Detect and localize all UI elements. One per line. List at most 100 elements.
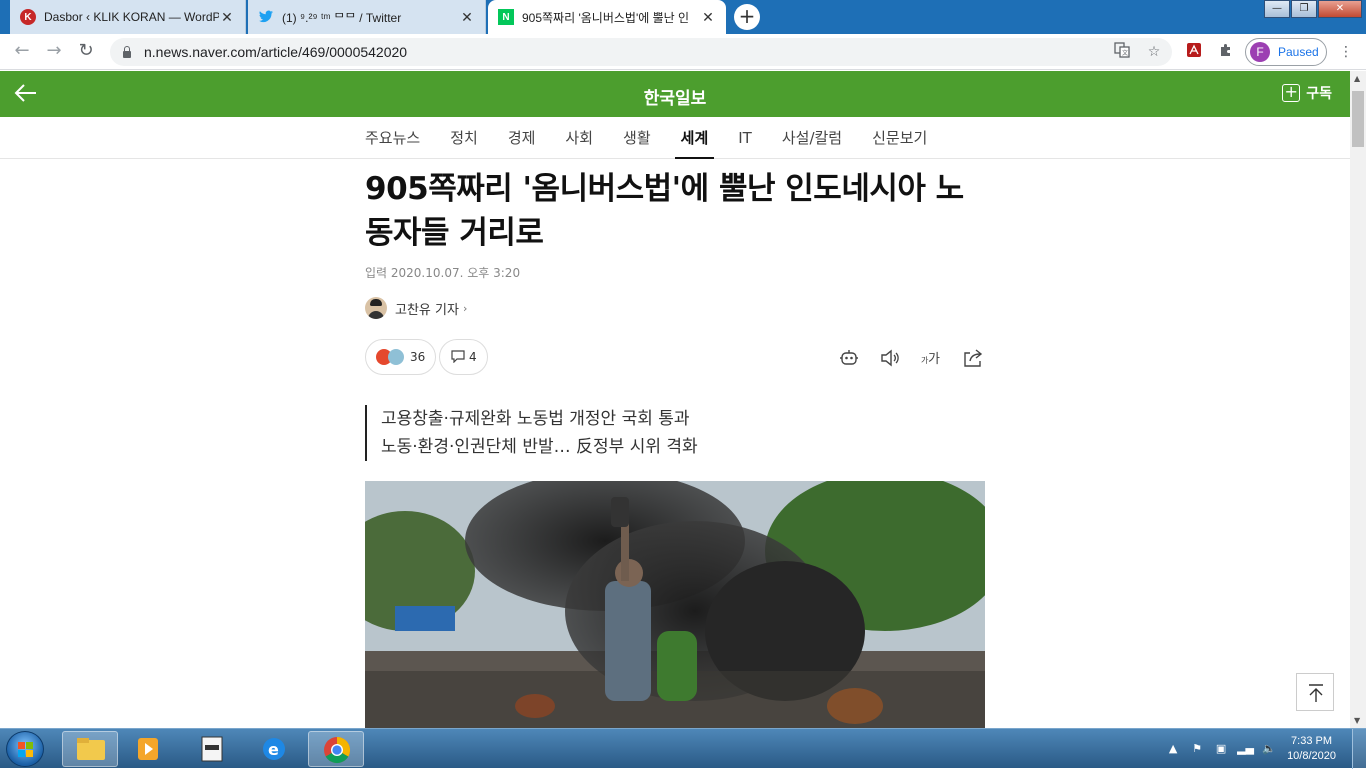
article-headline: 905쪽짜리 '옴니버스법'에 뿔난 인도네시아 노동자들 거리로: [365, 171, 964, 251]
close-tab-icon[interactable]: ✕: [700, 9, 716, 26]
scroll-up-icon[interactable]: ▲: [1354, 74, 1360, 83]
show-desktop-button[interactable]: [1352, 729, 1366, 769]
scroll-down-icon[interactable]: ▼: [1354, 716, 1360, 725]
comment-button[interactable]: 4: [439, 339, 488, 375]
clock[interactable]: 7:33 PM 10/8/2020: [1287, 734, 1336, 764]
window-controls: — ❐ ✕: [1263, 0, 1362, 18]
article-date: 입력 2020.10.07. 오후 3:20: [365, 266, 521, 280]
system-tray: ▲ ⚑ ▣ ▂▄ 🔈 7:33 PM 10/8/2020: [1161, 729, 1366, 769]
chrome-icon: [324, 736, 351, 764]
url-text: n.news.naver.com/article/469/0000542020: [144, 44, 408, 60]
profile-status: Paused: [1278, 45, 1319, 59]
text-to-speech-icon[interactable]: [879, 347, 901, 369]
profile-button[interactable]: F Paused: [1245, 38, 1327, 66]
tab-naver-article[interactable]: N 905쪽짜리 '옴니버스법'에 뿔난 인 ✕: [488, 0, 726, 34]
scroll-thumb[interactable]: [1352, 91, 1364, 147]
menu-kebab-icon[interactable]: ⋮: [1336, 42, 1356, 62]
tab-politics[interactable]: 정치: [450, 117, 478, 159]
tab-it[interactable]: IT: [738, 117, 752, 159]
press-logo[interactable]: 한국일보: [0, 84, 1350, 109]
plus-icon: +: [1282, 84, 1301, 102]
reaction-count: 36: [410, 350, 426, 364]
chrome-taskbar-button[interactable]: [308, 731, 364, 767]
volume-icon[interactable]: 🔈: [1261, 741, 1277, 757]
klik-koran-icon: K: [20, 9, 36, 25]
browser-tab-strip: K Dasbor ‹ KLIK KORAN — WordPr ✕ (1) ⁹.²…: [0, 0, 1366, 34]
start-button[interactable]: [6, 731, 44, 767]
summary-bot-icon[interactable]: [838, 347, 860, 369]
lock-icon: [122, 46, 132, 58]
internet-explorer-taskbar-button[interactable]: e: [246, 731, 302, 767]
file-explorer-taskbar-button[interactable]: [62, 731, 118, 767]
minimize-button[interactable]: —: [1264, 0, 1290, 18]
sad-emoji-icon: [388, 349, 404, 365]
windows-logo-icon: [18, 742, 33, 757]
document-app-icon: [201, 736, 223, 762]
translate-icon[interactable]: 文: [1112, 42, 1132, 62]
bookmark-star-icon[interactable]: ☆: [1144, 42, 1164, 62]
tab-twitter[interactable]: (1) ⁹.²⁹ ᵗᵐ ᄆᄆ / Twitter ✕: [248, 0, 486, 34]
comment-count: 4: [469, 350, 477, 364]
pdf-extension-icon[interactable]: [1184, 42, 1204, 62]
extensions-puzzle-icon[interactable]: [1216, 42, 1236, 62]
tab-title: (1) ⁹.²⁹ ᵗᵐ ᄆᄆ / Twitter: [282, 10, 402, 25]
summary-line: 고용창출·규제완화 노동법 개정안 국회 통과: [381, 409, 690, 429]
font-size-icon[interactable]: 가가: [920, 347, 942, 369]
category-nav: 주요뉴스 정치 경제 사회 생활 세계 IT 사설/칼럼 신문보기: [0, 117, 1350, 159]
reporter-name: 고찬유 기자: [395, 302, 459, 318]
reload-button[interactable]: ↻: [74, 40, 98, 64]
reporter-link[interactable]: 고찬유 기자 ›: [365, 297, 985, 319]
tab-major-news[interactable]: 주요뉴스: [365, 117, 420, 159]
tab-living[interactable]: 생활: [623, 117, 651, 159]
tab-opinion[interactable]: 사설/칼럼: [782, 117, 842, 159]
comment-icon: [450, 349, 466, 366]
close-tab-icon[interactable]: ✕: [459, 9, 475, 26]
article-photo[interactable]: [365, 481, 985, 728]
svg-text:가: 가: [928, 352, 940, 367]
internet-explorer-icon: e: [263, 738, 285, 760]
forward-button[interactable]: →: [42, 40, 66, 64]
svg-text:文: 文: [1122, 49, 1128, 57]
tab-newspaper[interactable]: 신문보기: [872, 117, 927, 159]
maximize-button[interactable]: ❐: [1291, 0, 1317, 18]
network-signal-icon[interactable]: ▂▄: [1237, 741, 1254, 757]
share-icon[interactable]: [962, 347, 984, 369]
subscribe-button[interactable]: + 구독: [1282, 83, 1332, 103]
tab-society[interactable]: 사회: [565, 117, 593, 159]
media-player-taskbar-button[interactable]: [120, 731, 176, 767]
reaction-button[interactable]: 36: [365, 339, 437, 375]
close-tab-icon[interactable]: ✕: [219, 9, 235, 26]
browser-toolbar: ← → ↻ n.news.naver.com/article/469/00005…: [0, 34, 1366, 70]
close-window-button[interactable]: ✕: [1318, 0, 1362, 18]
clock-time: 7:33 PM: [1291, 735, 1333, 747]
show-hidden-icons-icon[interactable]: ▲: [1165, 741, 1181, 757]
twitter-icon: [258, 9, 274, 25]
folder-icon: [77, 738, 105, 760]
protest-photo-illustration: [365, 481, 985, 728]
tab-title: Dasbor ‹ KLIK KORAN — WordPr: [44, 10, 219, 24]
back-button[interactable]: ←: [10, 40, 34, 64]
naver-icon: N: [498, 9, 514, 25]
app-taskbar-button[interactable]: [184, 731, 240, 767]
tab-economy[interactable]: 경제: [508, 117, 536, 159]
tab-klik-koran[interactable]: K Dasbor ‹ KLIK KORAN — WordPr ✕: [10, 0, 246, 34]
avatar: F: [1250, 42, 1270, 62]
new-tab-button[interactable]: +: [734, 4, 760, 30]
clock-date: 10/8/2020: [1287, 750, 1336, 762]
page-scrollbar[interactable]: ▲ ▼: [1350, 71, 1366, 728]
action-center-flag-icon[interactable]: ⚑: [1189, 741, 1205, 757]
windows-taskbar: e ▲ ⚑ ▣ ▂▄ 🔈 7:33 PM 10/8/2020: [0, 728, 1366, 769]
scroll-to-top-button[interactable]: [1296, 673, 1334, 711]
svg-text:e: e: [268, 740, 279, 759]
tab-world[interactable]: 세계: [674, 117, 714, 159]
article-actions: 36 4 가가: [365, 339, 985, 375]
tab-title: 905쪽짜리 '옴니버스법'에 뿔난 인: [522, 10, 690, 25]
summary-line: 노동·환경·인권단체 반발… 反정부 시위 격화: [381, 437, 698, 457]
security-icon[interactable]: ▣: [1213, 741, 1229, 757]
address-bar[interactable]: n.news.naver.com/article/469/0000542020: [110, 38, 1172, 66]
web-page: 한국일보 + 구독 주요뉴스 정치 경제 사회 생활 세계 IT 사설/칼럼 신…: [0, 71, 1350, 728]
site-header: 한국일보 + 구독: [0, 71, 1350, 117]
media-player-icon: [138, 738, 158, 760]
article-summary: 고용창출·규제완화 노동법 개정안 국회 통과 노동·환경·인권단체 반발… 反…: [365, 405, 698, 461]
subscribe-label: 구독: [1306, 86, 1332, 102]
